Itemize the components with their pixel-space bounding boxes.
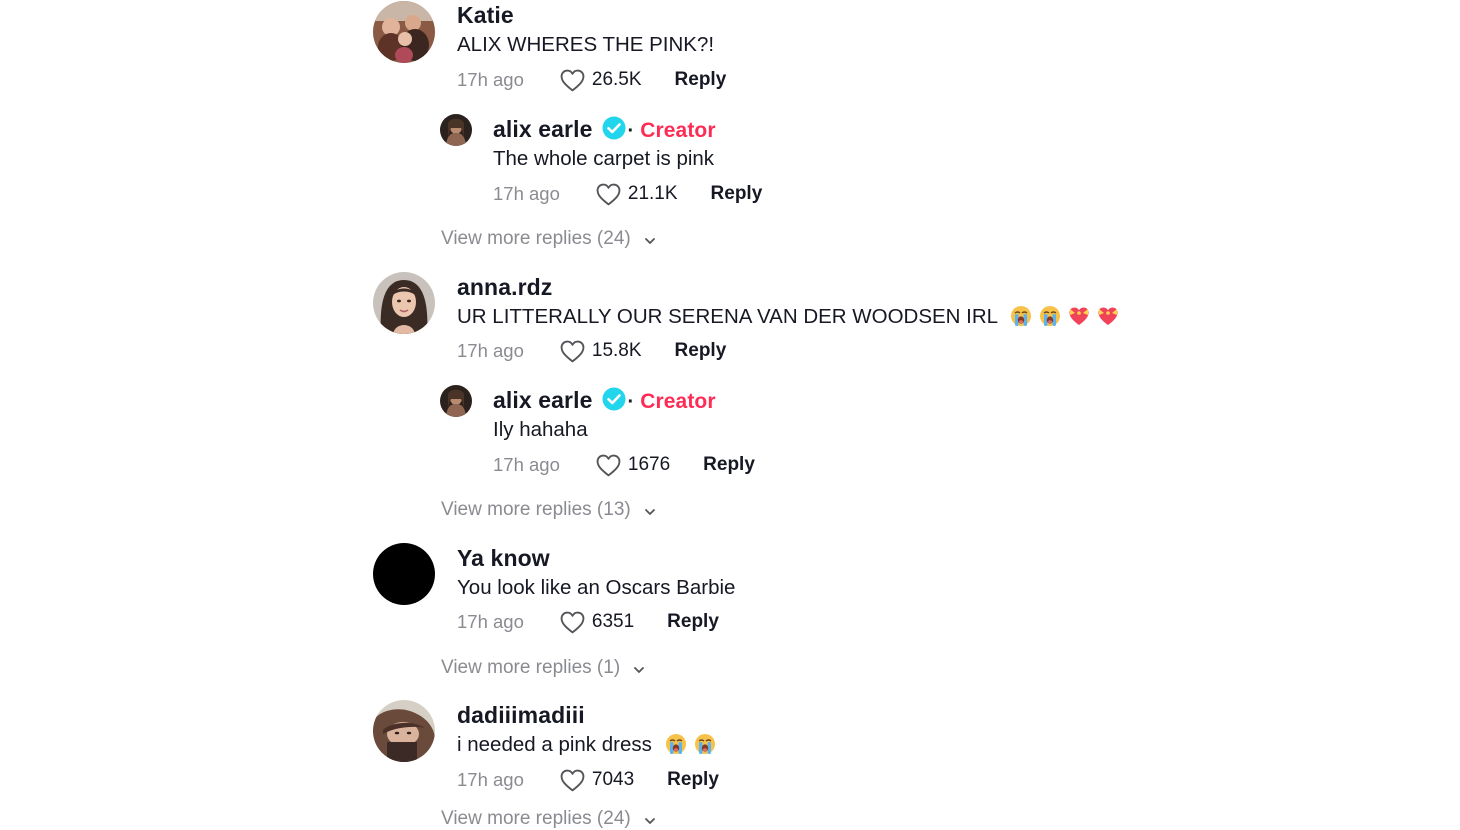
- avatar[interactable]: [373, 700, 435, 762]
- like-count: 15.8K: [591, 340, 642, 361]
- like-button[interactable]: 7043: [560, 769, 634, 792]
- heart-icon: [560, 69, 585, 91]
- portrait-avatar-icon: [373, 272, 435, 334]
- heart-icon: [560, 611, 585, 633]
- heart-with-ribbon-icon: [1097, 305, 1119, 327]
- loudly-crying-face-icon: [1039, 305, 1061, 327]
- comment-meta: 17h ago 6351 Reply: [457, 609, 719, 635]
- reply-author-row: alix earle · Creator: [493, 116, 716, 143]
- avatar[interactable]: [373, 272, 435, 334]
- like-button[interactable]: 21.1K: [596, 183, 678, 206]
- like-count: 7043: [591, 769, 635, 790]
- creator-avatar-icon: [440, 385, 472, 417]
- view-more-label: View more replies (1): [441, 657, 621, 678]
- view-more-label: View more replies (24): [441, 228, 631, 249]
- comment-author[interactable]: anna.rdz: [457, 274, 552, 301]
- creator-avatar[interactable]: [440, 114, 472, 146]
- reply-timestamp: 17h ago: [493, 454, 560, 475]
- like-button[interactable]: 15.8K: [560, 340, 642, 363]
- heart-icon: [560, 769, 585, 791]
- comment-text-row: i needed a pink dress: [457, 733, 716, 757]
- heart-icon: [596, 454, 621, 476]
- like-button[interactable]: 6351: [560, 611, 634, 634]
- creator-avatar[interactable]: [440, 385, 472, 417]
- loudly-crying-face-icon: [1010, 305, 1032, 327]
- chevron-down-icon: [644, 237, 655, 244]
- reply-button[interactable]: Reply: [675, 340, 727, 362]
- reply-meta: 17h ago 21.1K Reply: [493, 181, 762, 207]
- loudly-crying-face-icon: [665, 733, 687, 755]
- reply-text: The whole carpet is pink: [493, 147, 715, 170]
- avatar[interactable]: [373, 1, 435, 63]
- view-more-label: View more replies (13): [441, 499, 631, 520]
- comment-timestamp: 17h ago: [457, 611, 524, 632]
- heart-with-ribbon-icon: [1068, 305, 1090, 327]
- heart-icon: [560, 340, 585, 362]
- comment-meta: 17h ago 26.5K Reply: [457, 67, 726, 93]
- like-count: 26.5K: [591, 69, 642, 90]
- separator-dot-icon: ·: [627, 391, 635, 413]
- like-count: 1676: [627, 454, 671, 475]
- comment-timestamp: 17h ago: [457, 340, 524, 361]
- comment-timestamp: 17h ago: [457, 69, 524, 90]
- comment-meta: 17h ago 15.8K Reply: [457, 338, 726, 364]
- view-more-replies-button[interactable]: View more replies (1): [441, 657, 646, 679]
- view-more-label: View more replies (24): [441, 808, 631, 829]
- comment-text: You look like an Oscars Barbie: [457, 576, 736, 599]
- creator-avatar-icon: [440, 114, 472, 146]
- comment-text: UR LITTERALLY OUR SERENA VAN DER WOODSEN…: [457, 305, 998, 328]
- like-button[interactable]: 1676: [596, 454, 670, 477]
- avatar[interactable]: [373, 543, 435, 605]
- separator-dot-icon: ·: [627, 120, 635, 142]
- view-more-replies-button[interactable]: View more replies (24): [441, 228, 657, 250]
- group-photo-avatar-icon: [373, 1, 435, 63]
- reply-button[interactable]: Reply: [675, 69, 727, 91]
- reply-button[interactable]: Reply: [703, 454, 755, 476]
- reply-timestamp: 17h ago: [493, 183, 560, 204]
- loudly-crying-face-icon: [694, 733, 716, 755]
- reply-button[interactable]: Reply: [711, 183, 763, 205]
- chevron-down-icon: [634, 666, 645, 673]
- heart-icon: [596, 183, 621, 205]
- verified-badge-icon: [602, 387, 626, 411]
- reply-author[interactable]: alix earle: [493, 387, 592, 413]
- comment-meta: 17h ago 7043 Reply: [457, 767, 719, 793]
- view-more-replies-button[interactable]: View more replies (13): [441, 499, 657, 521]
- like-button[interactable]: 26.5K: [560, 69, 642, 92]
- black-circle-avatar-icon: [373, 543, 435, 605]
- comment-text-row: UR LITTERALLY OUR SERENA VAN DER WOODSEN…: [457, 305, 1119, 329]
- comment-author[interactable]: Ya know: [457, 545, 550, 572]
- comment-text: i needed a pink dress: [457, 733, 652, 756]
- creator-badge: Creator: [640, 390, 716, 413]
- like-count: 21.1K: [627, 183, 678, 204]
- reply-button[interactable]: Reply: [667, 611, 719, 633]
- verified-badge-icon: [602, 116, 626, 140]
- reply-button[interactable]: Reply: [667, 769, 719, 791]
- chevron-down-icon: [644, 508, 655, 515]
- comment-author[interactable]: Katie: [457, 2, 514, 29]
- comment-timestamp: 17h ago: [457, 769, 524, 790]
- view-more-replies-button[interactable]: View more replies (24): [441, 808, 657, 830]
- reply-author-row: alix earle · Creator: [493, 387, 716, 414]
- creator-badge: Creator: [640, 119, 716, 142]
- comment-text: ALIX WHERES THE PINK?!: [457, 33, 715, 56]
- reply-text: Ily hahaha: [493, 418, 588, 441]
- comment-author[interactable]: dadiiimadiii: [457, 702, 585, 729]
- photo-avatar-icon: [373, 700, 435, 762]
- reply-meta: 17h ago 1676 Reply: [493, 452, 755, 478]
- reply-author[interactable]: alix earle: [493, 116, 592, 142]
- like-count: 6351: [591, 611, 635, 632]
